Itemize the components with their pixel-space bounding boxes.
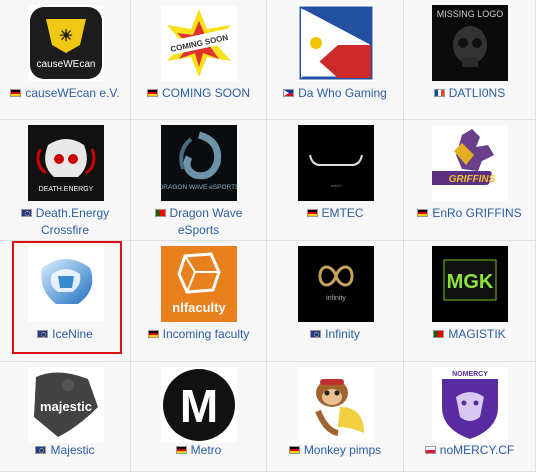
team-name: EMTEC xyxy=(321,206,364,220)
team-name: Da Who Gaming xyxy=(298,86,387,100)
team-name: Incoming faculty xyxy=(162,327,250,341)
team-link[interactable]: Incoming faculty xyxy=(133,326,264,343)
flag-icon xyxy=(433,330,445,338)
flag-icon xyxy=(20,209,32,217)
team-card[interactable]: ☀ causeWEcan causeWEcan e.V. xyxy=(0,0,131,120)
team-link[interactable]: Infinity xyxy=(269,326,401,343)
team-card[interactable]: switch EMTEC xyxy=(267,120,404,241)
flag-icon xyxy=(175,446,187,454)
team-logo[interactable]: MISSING LOGO xyxy=(432,5,508,81)
team-name: Infinity xyxy=(325,327,360,341)
flag-icon xyxy=(310,330,322,338)
flag-icon xyxy=(146,89,158,97)
flag-icon xyxy=(154,209,166,217)
team-link[interactable]: Death.Energy Crossfire xyxy=(2,205,128,239)
team-card[interactable]: COMING SOON COMING SOON xyxy=(131,0,267,120)
team-logo[interactable]: nlfaculty xyxy=(161,246,237,322)
team-card[interactable]: infinity Infinity xyxy=(267,241,404,362)
svg-text:DEATH.ENERGY: DEATH.ENERGY xyxy=(39,186,94,193)
svg-text:infinity: infinity xyxy=(326,295,346,302)
team-name: Monkey pimps xyxy=(303,443,382,457)
team-logo[interactable]: MGK xyxy=(432,246,508,322)
svg-text:nlfaculty: nlfaculty xyxy=(172,300,226,315)
team-card[interactable]: majestic Majestic xyxy=(0,362,131,472)
team-logo[interactable]: NOMERCY xyxy=(432,367,508,443)
team-logo[interactable]: DEATH.ENERGY xyxy=(28,125,104,201)
team-link[interactable]: Dragon Wave eSports xyxy=(133,205,264,239)
svg-text:DRAGON WAVE eSPORTS: DRAGON WAVE eSPORTS xyxy=(161,184,237,191)
team-logo[interactable]: majestic xyxy=(28,367,104,443)
team-name: Majestic xyxy=(50,443,95,457)
team-grid: ☀ causeWEcan causeWEcan e.V. COMING SOON C… xyxy=(0,0,536,472)
svg-text:M: M xyxy=(180,380,218,432)
svg-text:GRIFFINS: GRIFFINS xyxy=(449,174,496,185)
svg-text:switch: switch xyxy=(330,183,341,188)
svg-text:majestic: majestic xyxy=(40,399,92,414)
team-card[interactable]: GRIFFINS EnRo GRIFFINS xyxy=(404,120,536,241)
team-logo[interactable]: infinity xyxy=(298,246,374,322)
team-card[interactable]: DEATH.ENERGY Death.Energy Crossfire xyxy=(0,120,131,241)
team-logo[interactable]: ☀ causeWEcan xyxy=(28,5,104,81)
team-card[interactable]: MISSING LOGO DATLI0NS xyxy=(404,0,536,120)
svg-text:MISSING LOGO: MISSING LOGO xyxy=(437,9,504,19)
team-link[interactable]: EnRo GRIFFINS xyxy=(406,205,533,222)
svg-text:NOMERCY: NOMERCY xyxy=(452,371,488,378)
svg-text:MGK: MGK xyxy=(447,271,494,293)
team-logo[interactable]: DRAGON WAVE eSPORTS xyxy=(161,125,237,201)
team-link[interactable]: Metro xyxy=(133,442,264,459)
team-logo[interactable]: M xyxy=(161,367,237,443)
team-logo[interactable]: switch xyxy=(298,125,374,201)
team-link[interactable]: DATLI0NS xyxy=(406,85,533,102)
team-link[interactable]: EMTEC xyxy=(269,205,401,222)
team-link[interactable]: noMERCY.CF xyxy=(406,442,533,459)
team-name: COMING SOON xyxy=(161,86,250,100)
svg-text:☀: ☀ xyxy=(59,28,73,45)
team-name: EnRo GRIFFINS xyxy=(432,206,522,220)
team-card[interactable]: Da Who Gaming xyxy=(267,0,404,120)
flag-icon xyxy=(433,89,445,97)
team-card[interactable]: DRAGON WAVE eSPORTS Dragon Wave eSports xyxy=(131,120,267,241)
team-card[interactable]: MGK MAGISTIK xyxy=(404,241,536,362)
flag-icon xyxy=(306,209,318,217)
team-link[interactable]: Majestic xyxy=(2,442,128,459)
selection-highlight xyxy=(12,241,122,354)
flag-icon xyxy=(35,446,47,454)
team-logo[interactable]: GRIFFINS xyxy=(432,125,508,201)
team-link[interactable]: causeWEcan e.V. xyxy=(2,85,128,102)
team-link[interactable]: Da Who Gaming xyxy=(269,85,401,102)
team-card[interactable]: M Metro xyxy=(131,362,267,472)
team-name: MAGISTIK xyxy=(448,327,506,341)
flag-icon xyxy=(424,446,436,454)
team-logo[interactable] xyxy=(298,5,374,81)
svg-text:causeWEcan: causeWEcan xyxy=(37,59,96,70)
team-logo[interactable]: COMING SOON xyxy=(161,5,237,81)
flag-icon xyxy=(283,89,295,97)
team-name: DATLI0NS xyxy=(448,86,506,100)
team-link[interactable]: MAGISTIK xyxy=(406,326,533,343)
team-link[interactable]: Monkey pimps xyxy=(269,442,401,459)
flag-icon xyxy=(147,330,159,338)
team-name: Dragon Wave eSports xyxy=(169,206,243,237)
team-name: noMERCY.CF xyxy=(439,443,515,457)
team-link[interactable]: COMING SOON xyxy=(133,85,264,102)
team-logo[interactable] xyxy=(298,367,374,443)
team-card[interactable]: Monkey pimps xyxy=(267,362,404,472)
flag-icon xyxy=(288,446,300,454)
flag-icon xyxy=(10,89,22,97)
team-name: Metro xyxy=(190,443,222,457)
team-name: causeWEcan e.V. xyxy=(25,86,120,100)
team-card[interactable]: NOMERCY noMERCY.CF xyxy=(404,362,536,472)
team-card[interactable]: nlfaculty Incoming faculty xyxy=(131,241,267,362)
flag-icon xyxy=(417,209,429,217)
team-name: Death.Energy Crossfire xyxy=(35,206,110,237)
